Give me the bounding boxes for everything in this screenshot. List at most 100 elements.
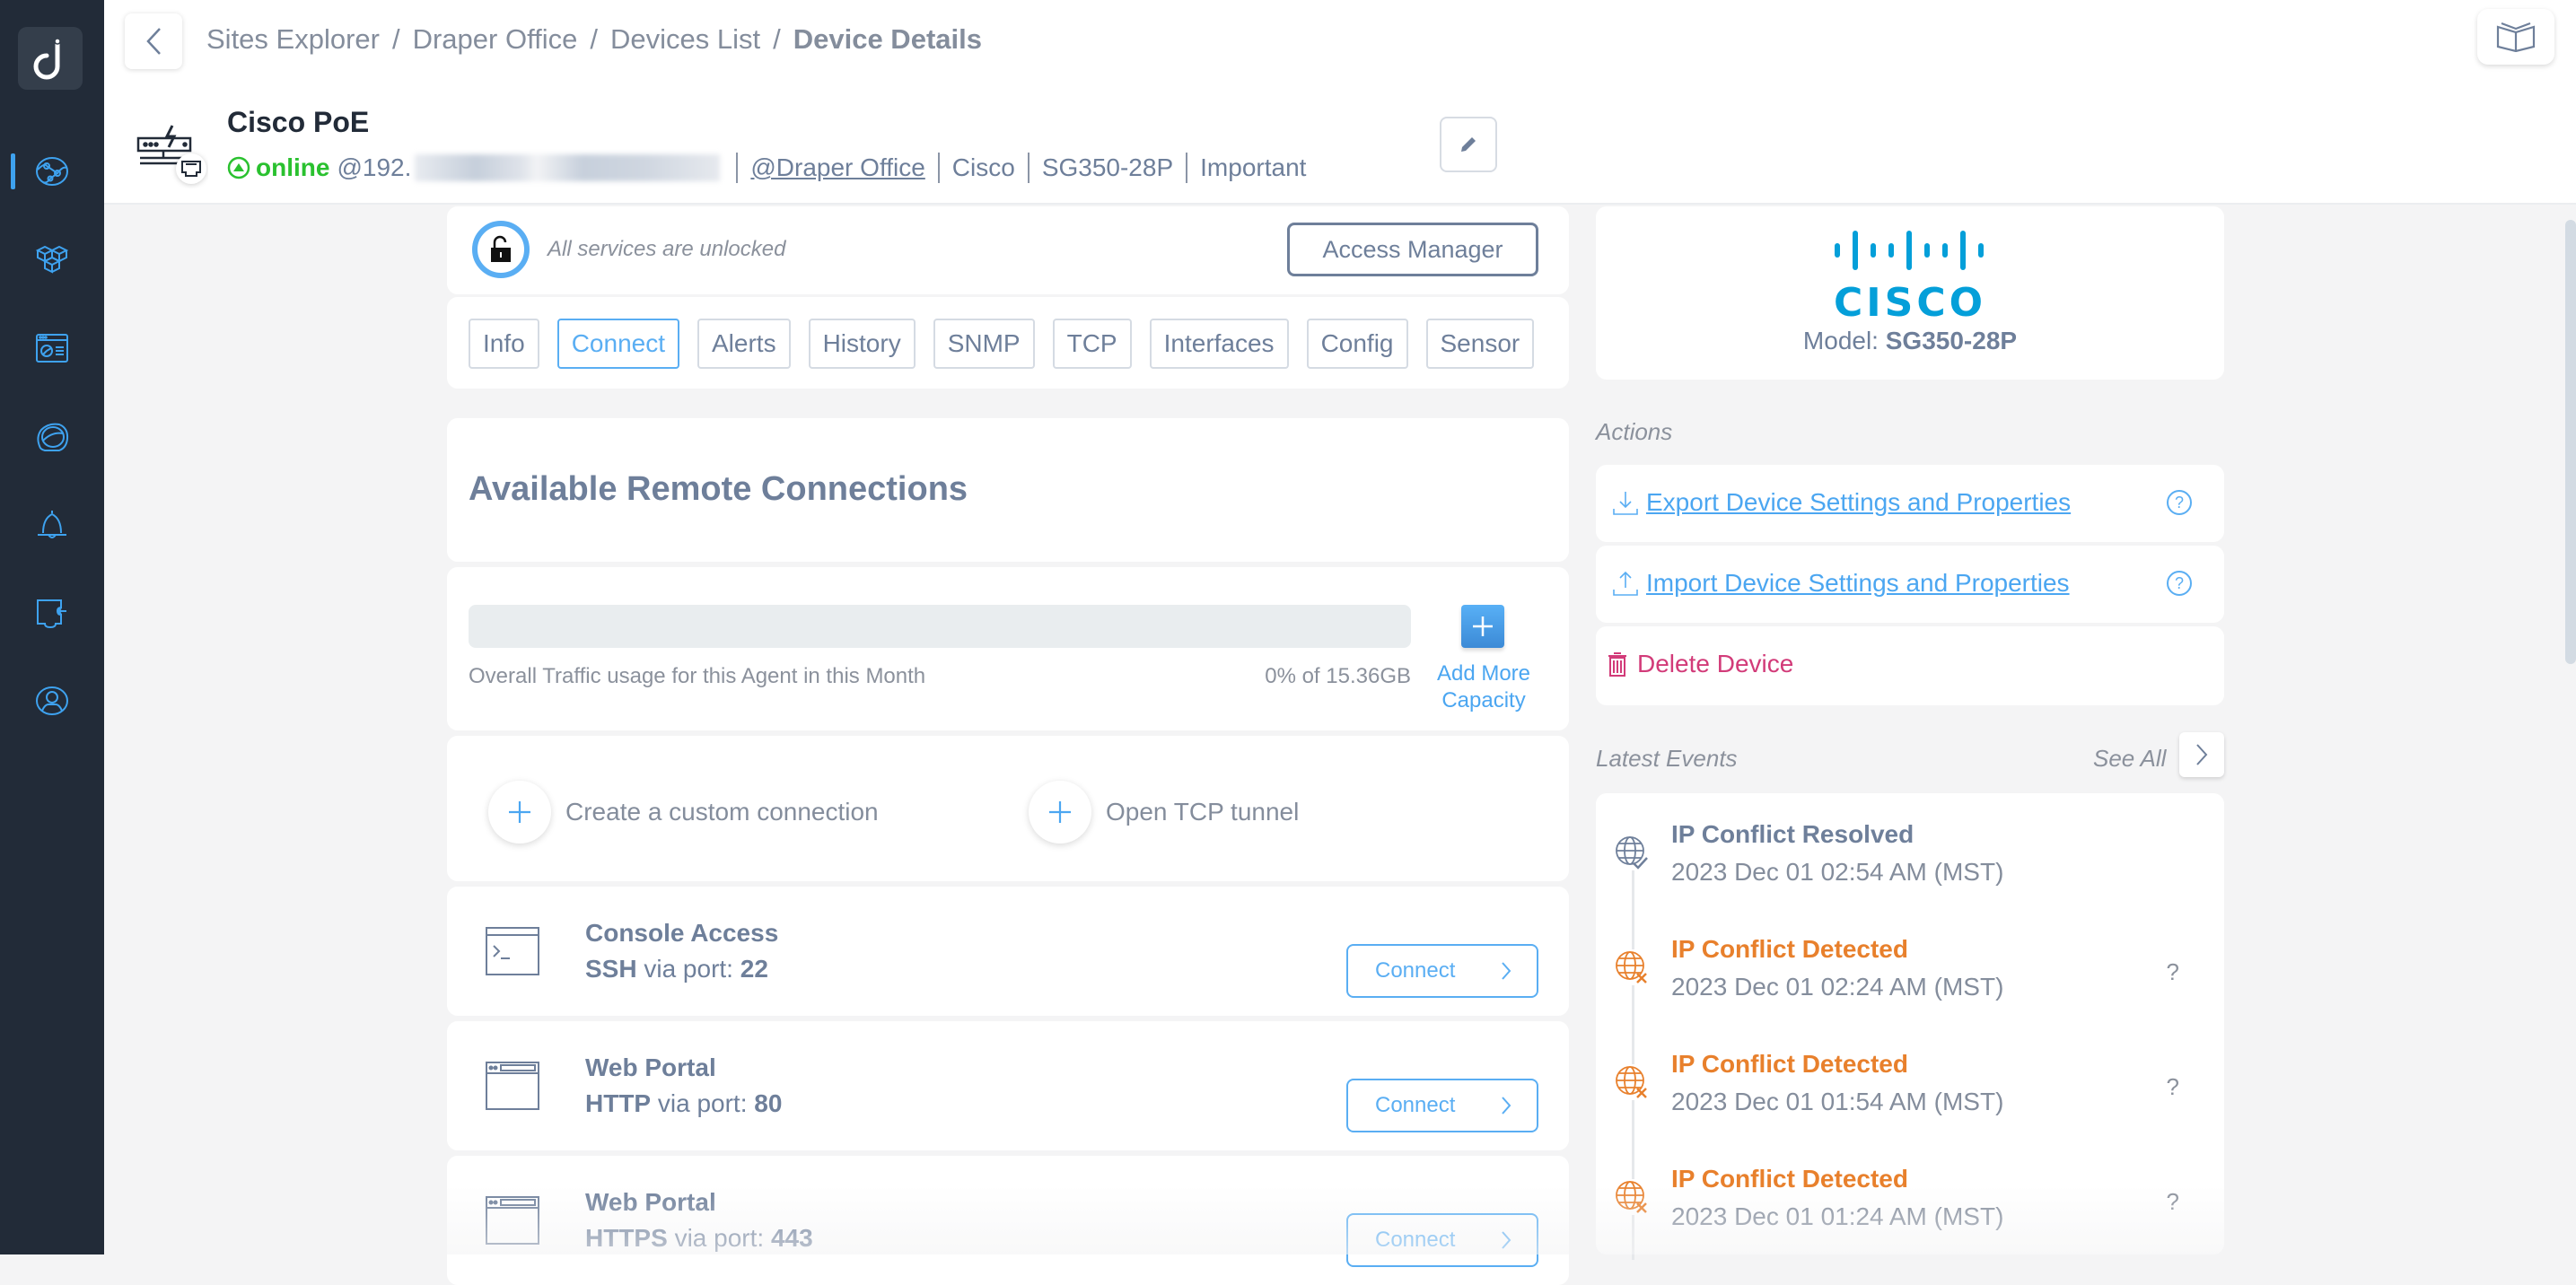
- latest-events-label: Latest Events: [1596, 745, 1738, 772]
- tab-history[interactable]: History: [808, 319, 916, 369]
- tab-interfaces[interactable]: Interfaces: [1149, 319, 1289, 369]
- connection-row: Web Portal HTTPS via port: 443 Connect: [447, 1156, 1569, 1285]
- puzzle-plugin-icon: [37, 599, 66, 629]
- tab-tcp[interactable]: TCP: [1052, 319, 1132, 369]
- breadcrumb-current: Device Details: [793, 23, 982, 55]
- sidebar-item-dashboard[interactable]: [0, 317, 104, 380]
- globe-network-icon: [36, 157, 68, 186]
- cisco-logo: CISCO: [1596, 223, 2224, 326]
- globe-check-icon: [1614, 835, 1650, 870]
- help-icon[interactable]: ?: [2167, 490, 2192, 515]
- breadcrumb-item-devices-list[interactable]: Devices List: [610, 23, 760, 56]
- back-button[interactable]: [125, 13, 182, 69]
- device-name: Cisco PoE: [227, 106, 370, 138]
- remote-connections-header: Available Remote Connections: [447, 418, 1569, 562]
- device-importance: Important: [1200, 153, 1307, 181]
- create-custom-connection-label: Create a custom connection: [565, 798, 879, 826]
- documentation-button[interactable]: [2477, 9, 2554, 65]
- sidebar-item-inventory[interactable]: [0, 228, 104, 291]
- connection-title: Web Portal: [585, 1188, 716, 1216]
- connect-button[interactable]: Connect: [1346, 1079, 1538, 1132]
- event-item[interactable]: IP Conflict Detected 2023 Dec 01 01:54 A…: [1596, 1032, 2224, 1131]
- open-tcp-tunnel-button[interactable]: Open TCP tunnel: [1029, 781, 1299, 844]
- connection-details: HTTPS via port: 443: [585, 1224, 813, 1253]
- sidebar-item-account[interactable]: [0, 669, 104, 732]
- delete-device-button[interactable]: Delete Device: [1607, 650, 1793, 678]
- plus-circle-icon: [1029, 781, 1091, 844]
- export-settings-link[interactable]: Export Device Settings and Properties: [1612, 488, 2071, 517]
- see-all-link[interactable]: See All: [2093, 745, 2166, 773]
- device-ip: @192.: [337, 153, 412, 181]
- help-icon[interactable]: ?: [2167, 571, 2192, 596]
- import-action-card: Import Device Settings and Properties ?: [1596, 546, 2224, 623]
- event-help-icon[interactable]: ?: [2167, 1073, 2179, 1101]
- delete-action-card: Delete Device: [1596, 626, 2224, 705]
- user-circle-icon: [36, 686, 68, 715]
- traffic-progress-bar: [469, 605, 1411, 648]
- device-site-link[interactable]: @Draper Office: [750, 153, 924, 182]
- cisco-wordmark: CISCO: [1833, 280, 1987, 326]
- pencil-icon: [1461, 137, 1476, 152]
- connection-port: 80: [754, 1089, 783, 1117]
- page-scrollbar[interactable]: [2565, 220, 2576, 664]
- tab-connect[interactable]: Connect: [556, 319, 679, 369]
- sidebar-item-integrations[interactable]: [0, 581, 104, 644]
- divider: [937, 153, 940, 183]
- breadcrumb-item-draper-office[interactable]: Draper Office: [413, 23, 578, 56]
- traffic-label: Overall Traffic usage for this Agent in …: [469, 664, 926, 688]
- event-item[interactable]: IP Conflict Detected 2023 Dec 01 02:24 A…: [1596, 917, 2224, 1016]
- event-title: IP Conflict Detected: [1671, 1165, 1908, 1193]
- add-capacity-button[interactable]: [1461, 605, 1504, 648]
- export-action-card: Export Device Settings and Properties ?: [1596, 465, 2224, 542]
- tab-snmp[interactable]: SNMP: [933, 319, 1035, 369]
- cubes-icon: [35, 245, 69, 274]
- model-label: Model:: [1802, 327, 1879, 354]
- connection-port: 443: [770, 1224, 813, 1252]
- access-manager-button[interactable]: Access Manager: [1287, 223, 1538, 276]
- see-all-button[interactable]: [2179, 732, 2224, 777]
- model-value: SG350-28P: [1885, 327, 2018, 354]
- tab-alerts[interactable]: Alerts: [697, 319, 791, 369]
- connection-via: via port:: [657, 1089, 748, 1117]
- breadcrumb: Sites Explorer / Draper Office / Devices…: [206, 23, 982, 56]
- connect-button-label: Connect: [1375, 1228, 1456, 1252]
- event-item[interactable]: IP Conflict Resolved 2023 Dec 01 02:54 A…: [1596, 802, 2224, 901]
- tab-config[interactable]: Config: [1306, 319, 1408, 369]
- latest-events-card: IP Conflict Resolved 2023 Dec 01 02:54 A…: [1596, 793, 2224, 1260]
- edit-device-button[interactable]: [1440, 117, 1497, 172]
- sidebar-item-monitoring[interactable]: [0, 406, 104, 468]
- connect-button[interactable]: Connect: [1346, 1213, 1538, 1267]
- vendor-card: CISCO Model: SG350-28P: [1596, 206, 2224, 380]
- tab-sensor[interactable]: Sensor: [1425, 319, 1535, 369]
- breadcrumb-separator: /: [773, 23, 781, 55]
- app-logo[interactable]: [18, 27, 83, 90]
- device-meta: online @192. @Draper Office Cisco SG350-…: [227, 153, 1306, 183]
- connect-button[interactable]: Connect: [1346, 944, 1538, 998]
- upload-icon: [1613, 571, 1638, 596]
- sidebar-item-sites[interactable]: [0, 140, 104, 203]
- device-type-icon: [136, 117, 208, 188]
- event-help-icon[interactable]: ?: [2167, 1188, 2179, 1216]
- event-time: 2023 Dec 01 02:24 AM (MST): [1671, 973, 2004, 1001]
- open-book-icon: [2496, 22, 2536, 52]
- sidebar: [0, 0, 104, 1254]
- sidebar-item-alerts[interactable]: [0, 493, 104, 555]
- chevron-right-icon: [2196, 744, 2208, 765]
- add-capacity-line1: Add More: [1436, 661, 1531, 686]
- connection-via: via port:: [674, 1224, 765, 1252]
- import-settings-link[interactable]: Import Device Settings and Properties: [1612, 569, 2070, 598]
- breadcrumb-item-sites-explorer[interactable]: Sites Explorer: [206, 23, 380, 56]
- event-help-icon[interactable]: ?: [2167, 958, 2179, 986]
- globe-x-icon: [1614, 1064, 1650, 1100]
- create-custom-connection-button[interactable]: Create a custom connection: [488, 781, 879, 844]
- event-title: IP Conflict Resolved: [1671, 820, 1914, 848]
- connect-button-label: Connect: [1375, 1093, 1456, 1117]
- add-capacity-link[interactable]: Add More Capacity: [1434, 660, 1533, 714]
- traffic-value: 0% of 15.36GB: [1265, 664, 1411, 688]
- actions-label: Actions: [1596, 418, 1673, 445]
- tab-info[interactable]: Info: [469, 319, 539, 369]
- redacted-ip-mac: [415, 154, 721, 181]
- event-title: IP Conflict Detected: [1671, 1050, 1908, 1078]
- event-time: 2023 Dec 01 02:54 AM (MST): [1671, 858, 2004, 886]
- event-item[interactable]: IP Conflict Detected 2023 Dec 01 01:24 A…: [1596, 1147, 2224, 1246]
